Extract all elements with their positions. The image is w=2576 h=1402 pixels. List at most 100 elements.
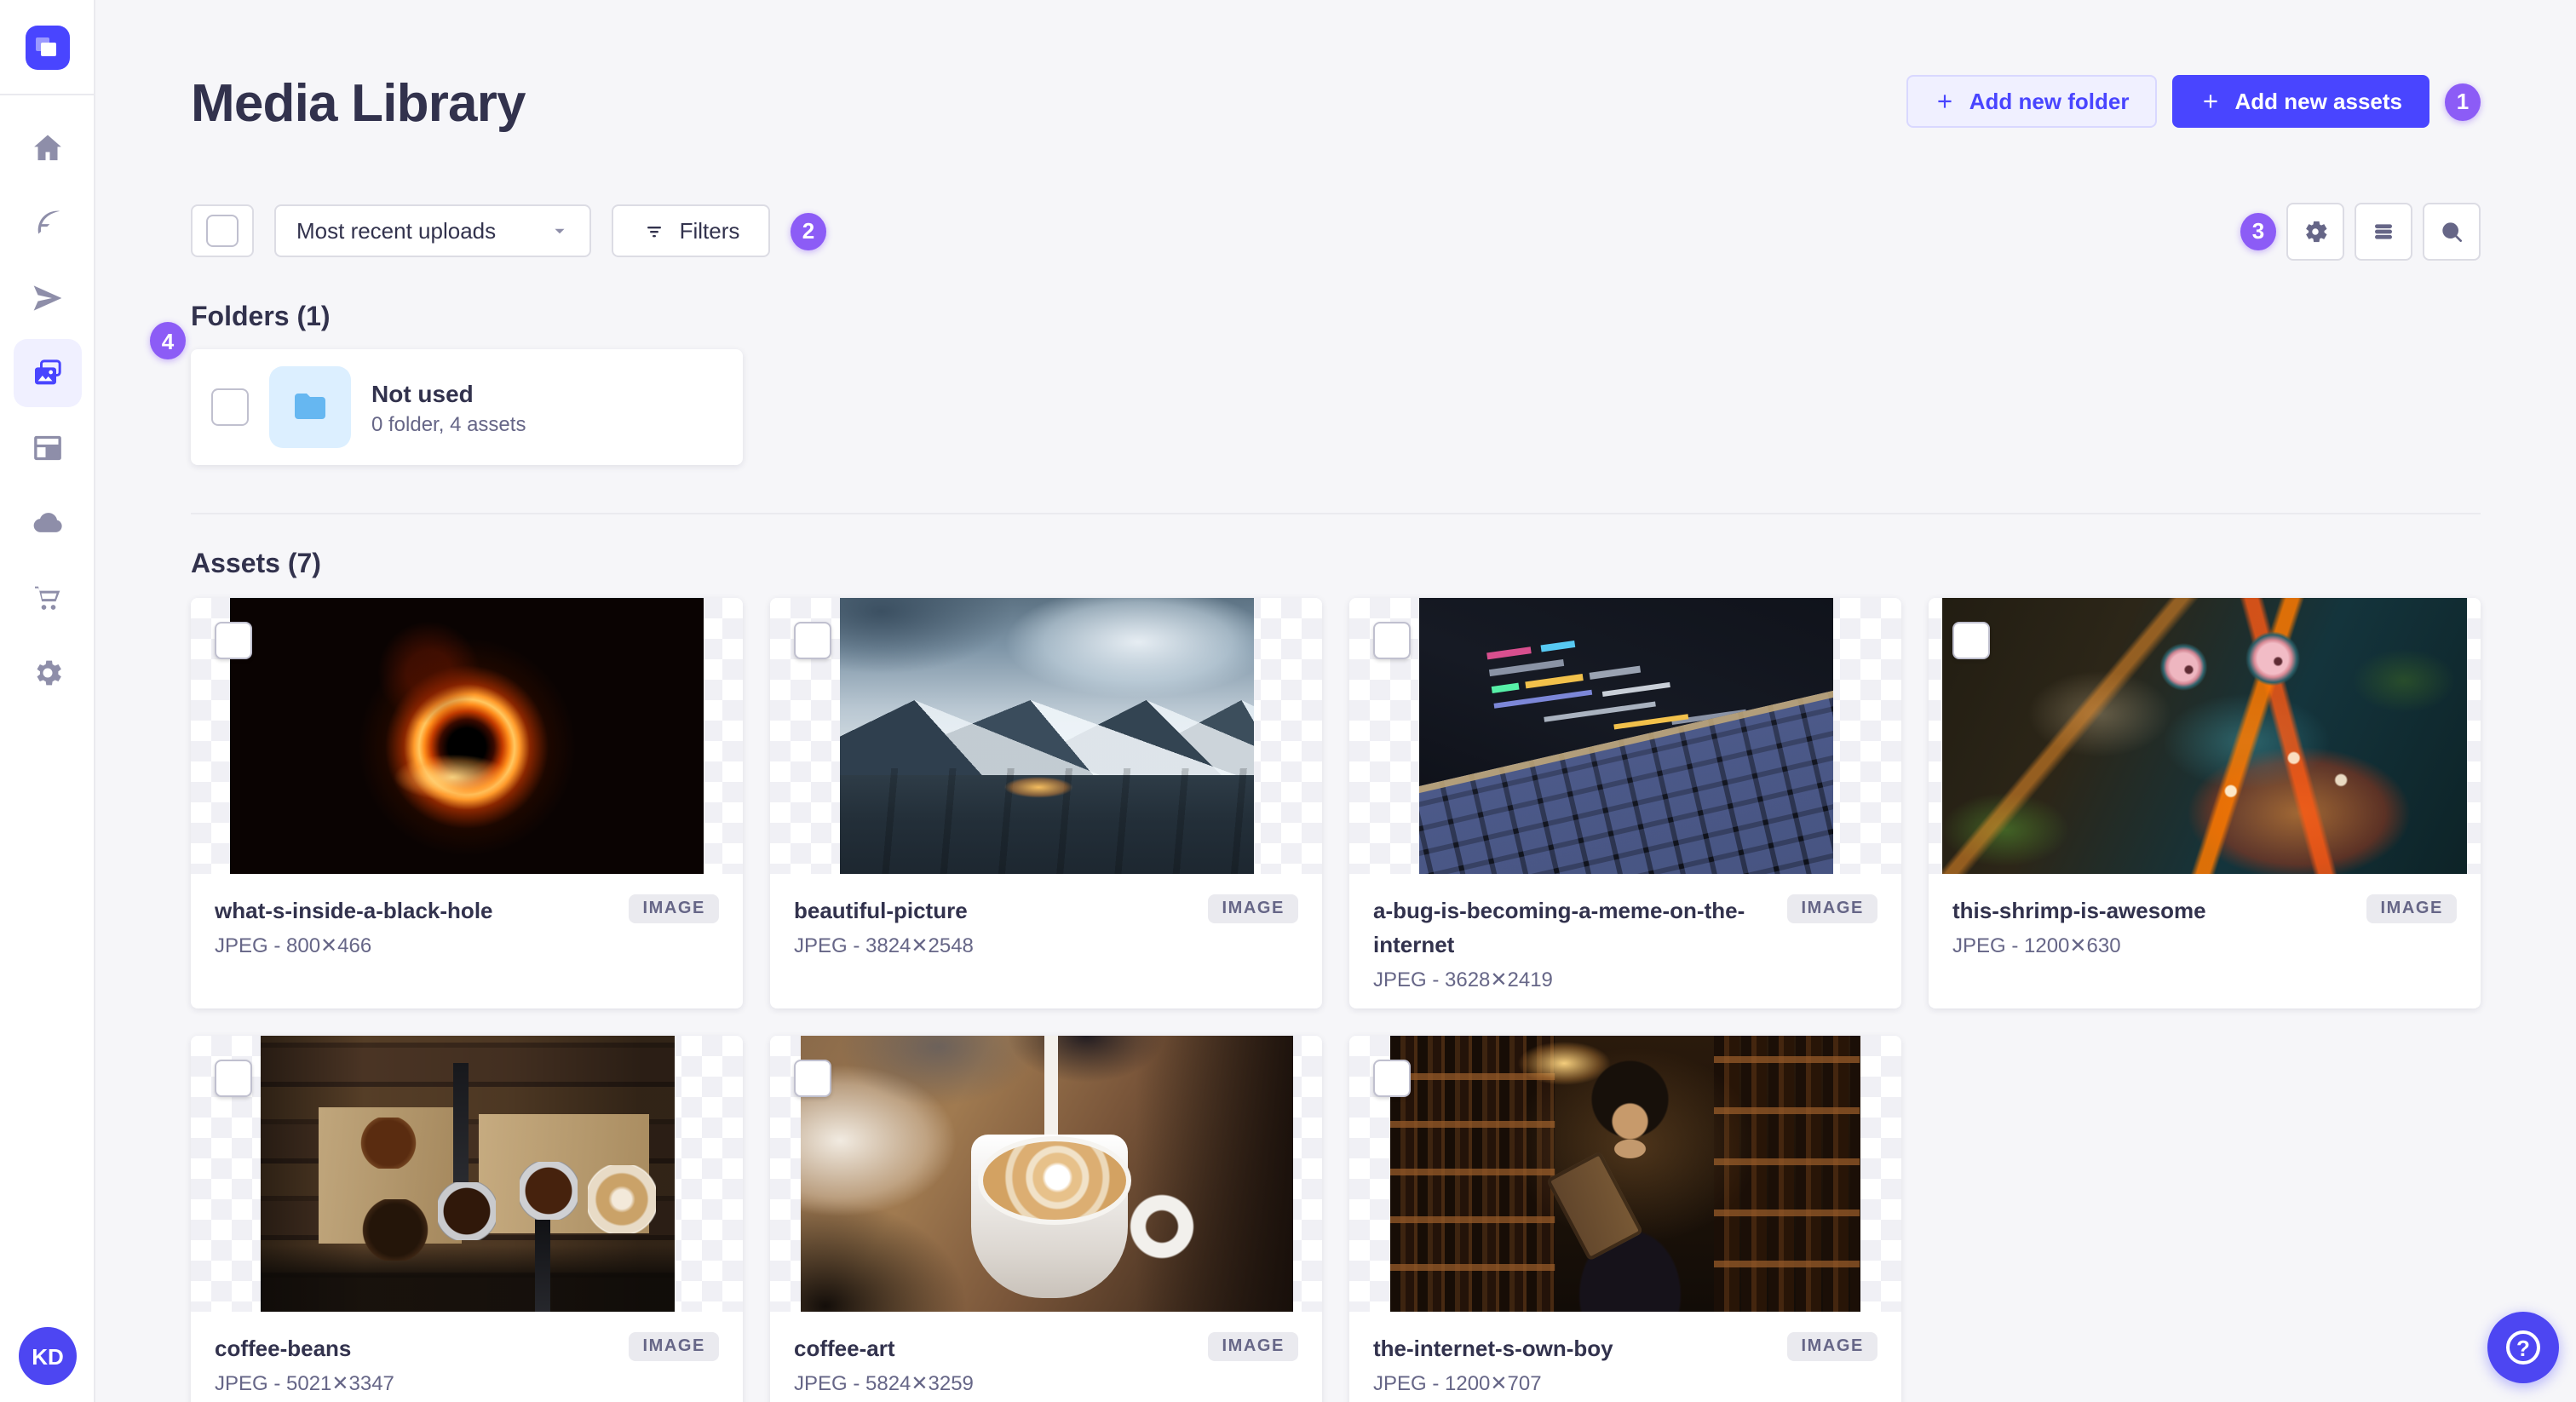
strapi-logo-icon[interactable] <box>25 25 69 69</box>
help-fab-button[interactable]: ? <box>2487 1312 2559 1383</box>
sidebar-item-media-library[interactable] <box>9 336 84 411</box>
cart-icon <box>34 586 60 610</box>
asset-thumbnail <box>770 598 1322 874</box>
asset-meta: JPEG - 1200✕630 <box>1952 934 2121 958</box>
asset-thumbnail <box>1349 598 1901 874</box>
asset-card-beautiful-picture[interactable]: beautiful-picture JPEG - 3824✕2548 IMAGE <box>770 598 1322 1008</box>
user-avatar[interactable]: KD <box>19 1327 77 1385</box>
feather-icon <box>37 210 60 234</box>
asset-text: coffee-beans JPEG - 5021✕3347 <box>215 1332 629 1395</box>
filters-button[interactable]: Filters <box>612 204 770 257</box>
paper-plane-icon <box>32 285 61 311</box>
library-portrait-photo <box>1390 1036 1860 1312</box>
asset-text: this-shrimp-is-awesome JPEG - 1200✕630 <box>1952 894 2366 957</box>
asset-text: a-bug-is-becoming-a-meme-on-the-internet… <box>1373 894 1787 992</box>
asset-checkbox[interactable] <box>1373 1060 1411 1097</box>
sidebar-item-content-type-builder[interactable] <box>9 411 84 486</box>
asset-name: a-bug-is-becoming-a-meme-on-the-internet <box>1373 898 1745 958</box>
asset-meta: JPEG - 5824✕3259 <box>794 1371 974 1396</box>
asset-name: this-shrimp-is-awesome <box>1952 898 2206 923</box>
asset-checkbox[interactable] <box>215 622 252 659</box>
layout-icon <box>33 435 60 461</box>
sidebar-item-deploy[interactable] <box>9 486 84 560</box>
asset-card-bug-meme[interactable]: a-bug-is-becoming-a-meme-on-the-internet… <box>1349 598 1901 1008</box>
asset-checkbox[interactable] <box>794 622 831 659</box>
sort-dropdown-value: Most recent uploads <box>296 218 497 244</box>
add-new-folder-label: Add new folder <box>1969 89 2130 114</box>
media-settings-button[interactable] <box>2286 202 2344 260</box>
asset-card-shrimp[interactable]: this-shrimp-is-awesome JPEG - 1200✕630 I… <box>1929 598 2481 1008</box>
add-new-assets-label: Add new assets <box>2234 89 2402 114</box>
folder-icon <box>295 394 325 419</box>
settings-icon <box>2306 220 2327 242</box>
folders-heading: Folders (1) <box>191 303 331 332</box>
media-library-icon <box>34 359 60 385</box>
search-button[interactable] <box>2423 202 2481 260</box>
asset-type-badge: IMAGE <box>2366 894 2457 923</box>
content: Media Library Add new folder Add new ass… <box>150 0 2481 1402</box>
asset-card-black-hole[interactable]: what-s-inside-a-black-hole JPEG - 800✕46… <box>191 598 743 1008</box>
asset-meta: JPEG - 1200✕707 <box>1373 1371 1542 1396</box>
list-view-button[interactable] <box>2355 202 2412 260</box>
select-all-checkbox[interactable] <box>206 215 239 247</box>
asset-checkbox[interactable] <box>215 1060 252 1097</box>
coffee-beans-photo <box>260 1036 674 1312</box>
folder-tile <box>269 366 351 448</box>
view-controls: 3 <box>2240 202 2481 260</box>
cloud-icon <box>32 513 61 532</box>
media-library-app: KD Media Library Add new folder Add new … <box>0 0 2576 1402</box>
search-icon <box>2442 221 2462 241</box>
asset-name: the-internet-s-own-boy <box>1373 1336 1613 1361</box>
asset-meta: JPEG - 3824✕2548 <box>794 934 974 958</box>
chevron-down-icon <box>555 228 565 234</box>
asset-name: what-s-inside-a-black-hole <box>215 898 493 923</box>
asset-thumbnail <box>191 1036 743 1312</box>
select-all-control[interactable] <box>191 204 254 257</box>
asset-checkbox[interactable] <box>1952 622 1990 659</box>
list-icon <box>2375 223 2392 238</box>
mantis-shrimp-photo <box>1942 598 2467 874</box>
active-nav-highlight <box>13 339 81 407</box>
mountain-landscape-photo <box>839 598 1253 874</box>
asset-type-badge: IMAGE <box>1208 1332 1298 1361</box>
asset-checkbox[interactable] <box>1373 622 1411 659</box>
sidebar-item-home[interactable] <box>9 111 84 186</box>
asset-card-internet-own-boy[interactable]: the-internet-s-own-boy JPEG - 1200✕707 I… <box>1349 1036 1901 1402</box>
folder-card-not-used[interactable]: Not used 0 folder, 4 assets <box>191 349 743 465</box>
sidebar-item-settings[interactable] <box>9 635 84 710</box>
annotation-badge-3: 3 <box>2240 212 2276 250</box>
asset-thumbnail <box>1349 1036 1901 1312</box>
asset-thumbnail <box>191 598 743 874</box>
asset-checkbox[interactable] <box>794 1060 831 1097</box>
sidebar-item-content-manager[interactable] <box>9 186 84 261</box>
folders-section-header: 4 Folders (1) <box>150 302 2481 359</box>
asset-card-coffee-art[interactable]: coffee-art JPEG - 5824✕3259 IMAGE <box>770 1036 1322 1402</box>
latte-art-photo <box>800 1036 1292 1312</box>
main-area: Media Library Add new folder Add new ass… <box>95 0 2576 1402</box>
asset-text: beautiful-picture JPEG - 3824✕2548 <box>794 894 1208 957</box>
sort-dropdown[interactable]: Most recent uploads <box>274 204 591 257</box>
annotation-badge-4: 4 <box>150 322 186 359</box>
toolbar: Most recent uploads Filters 2 3 <box>191 202 2481 260</box>
asset-name: coffee-beans <box>215 1336 352 1361</box>
sidebar-item-marketplace[interactable] <box>9 560 84 635</box>
asset-text: the-internet-s-own-boy JPEG - 1200✕707 <box>1373 1332 1787 1395</box>
plus-icon <box>1938 95 1952 108</box>
asset-thumbnail <box>1929 598 2481 874</box>
asset-name: beautiful-picture <box>794 898 968 923</box>
asset-card-coffee-beans[interactable]: coffee-beans JPEG - 5021✕3347 IMAGE <box>191 1036 743 1402</box>
annotation-badge-1: 1 <box>2445 83 2481 120</box>
section-divider <box>191 513 2481 514</box>
asset-text: what-s-inside-a-black-hole JPEG - 800✕46… <box>215 894 629 957</box>
header-actions: Add new folder Add new assets 1 <box>1906 75 2481 128</box>
add-new-assets-button[interactable]: Add new assets <box>2171 75 2429 128</box>
asset-info: this-shrimp-is-awesome JPEG - 1200✕630 I… <box>1929 874 2481 978</box>
sidebar-item-releases[interactable] <box>9 261 84 336</box>
folder-checkbox[interactable] <box>211 388 249 426</box>
asset-type-badge: IMAGE <box>1787 1332 1877 1361</box>
add-new-folder-button[interactable]: Add new folder <box>1906 75 2157 128</box>
assets-heading: Assets (7) <box>191 550 321 579</box>
asset-type-badge: IMAGE <box>1787 894 1877 923</box>
annotation-badge-2: 2 <box>791 212 826 250</box>
filter-icon <box>647 226 661 237</box>
